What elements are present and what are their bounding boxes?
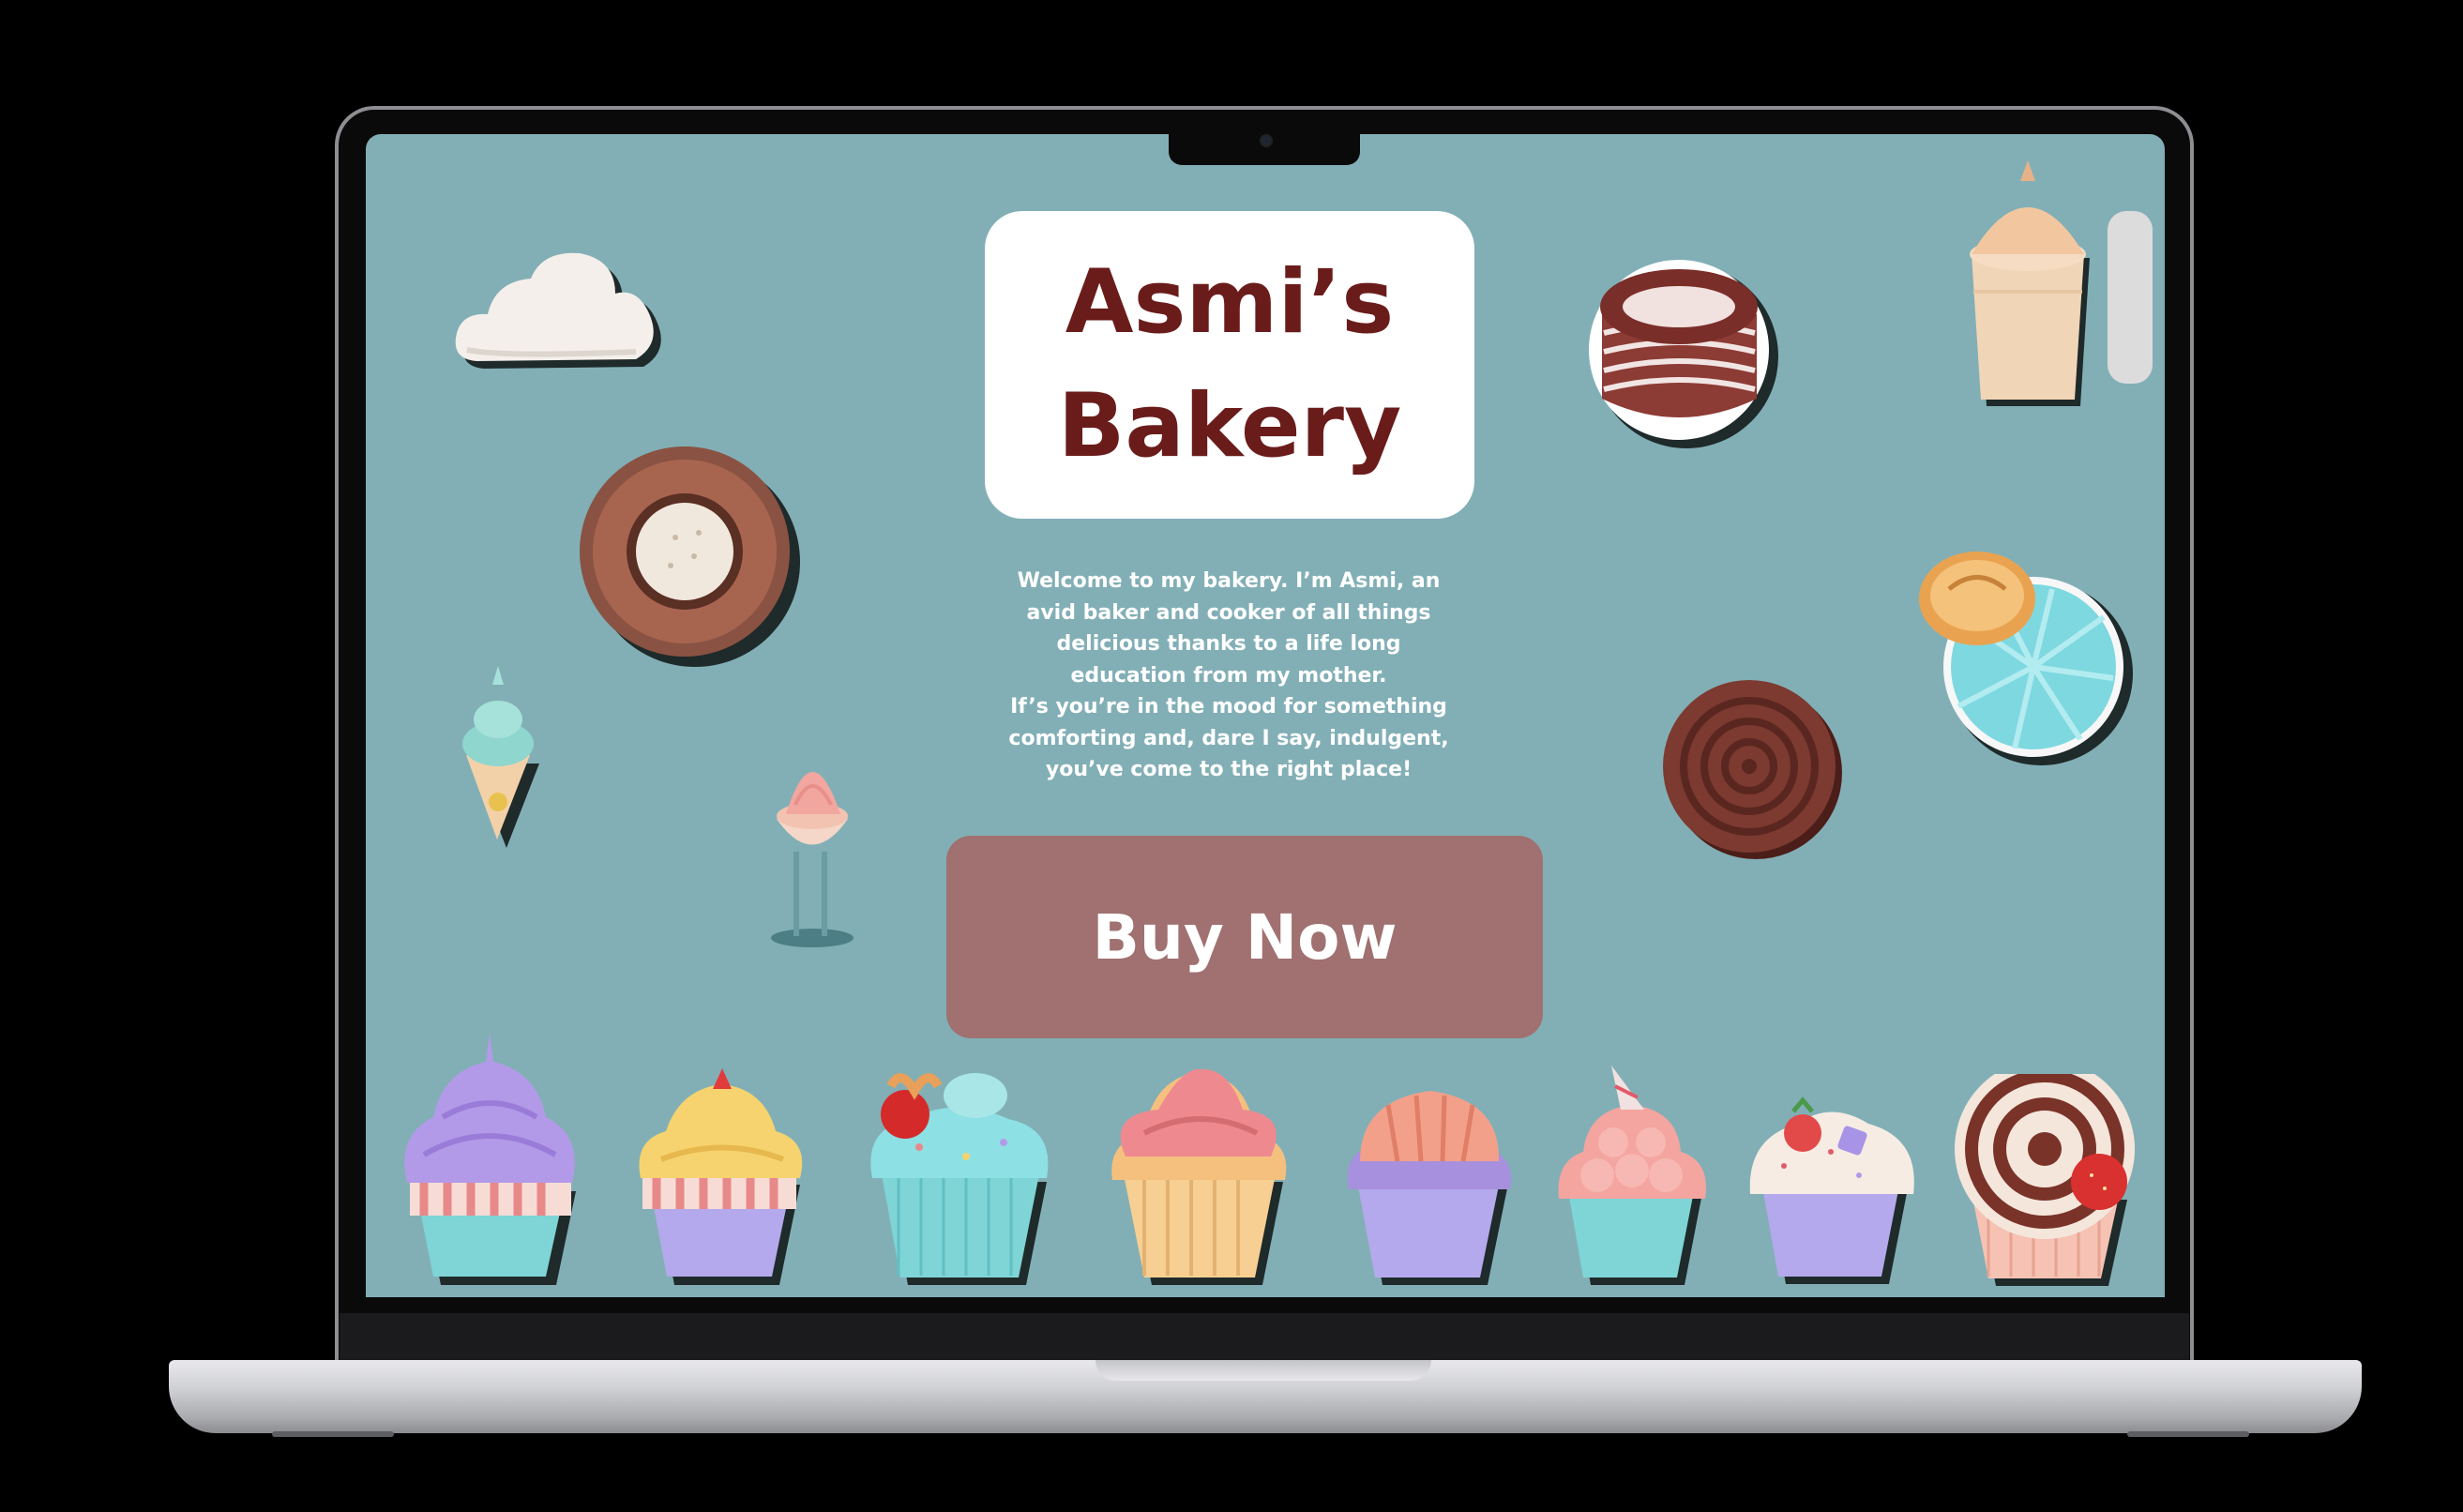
- cookie-pie-icon: [1919, 552, 2133, 765]
- pink-frosted-cupcake-icon: [1558, 1066, 1706, 1285]
- ice-cream-cone-icon: [462, 666, 539, 848]
- scrollbar-thumb[interactable]: [2108, 211, 2153, 384]
- pink-cupcake-icon: [1111, 1068, 1287, 1285]
- teal-strawberry-cupcake-icon: [870, 1073, 1049, 1285]
- chocolate-swirl-cookie-icon: [1663, 680, 1842, 859]
- laptop-foot-right: [2127, 1431, 2249, 1437]
- milkshake-icon: [1970, 160, 2090, 406]
- swirl-strawberry-cupcake-icon: [1955, 1074, 2135, 1286]
- website-viewport: Asmi’s Bakery Welcome to my bakery. I’m …: [366, 134, 2165, 1297]
- purple-cupcake-icon: [404, 1033, 576, 1285]
- page-title-line-2: Bakery: [1057, 375, 1402, 477]
- parfait-glass-icon: [771, 772, 854, 947]
- laptop-foot-left: [272, 1431, 394, 1437]
- cream-strawberry-cupcake-icon: [1749, 1096, 1914, 1284]
- intro-paragraph-1: Welcome to my bakery. I’m Asmi, an avid …: [1017, 569, 1441, 688]
- camera-lens: [1260, 134, 1273, 147]
- laptop-opening-groove: [1096, 1360, 1431, 1381]
- buy-now-button[interactable]: Buy Now: [946, 836, 1543, 1038]
- yellow-cupcake-icon: [639, 1068, 803, 1285]
- salmon-purple-cupcake-icon: [1347, 1091, 1512, 1285]
- chocolate-cake-icon: [1589, 260, 1778, 448]
- intro-text: Welcome to my bakery. I’m Asmi, an avid …: [1004, 566, 1454, 786]
- cloud-icon: [455, 252, 661, 369]
- donut-icon: [580, 446, 800, 667]
- title-card: Asmi’s Bakery: [985, 211, 1474, 519]
- intro-paragraph-2: If’s you’re in the mood for something co…: [1008, 695, 1449, 781]
- laptop-hinge: [340, 1313, 2189, 1360]
- page-title-line-1: Asmi’s: [1065, 251, 1395, 354]
